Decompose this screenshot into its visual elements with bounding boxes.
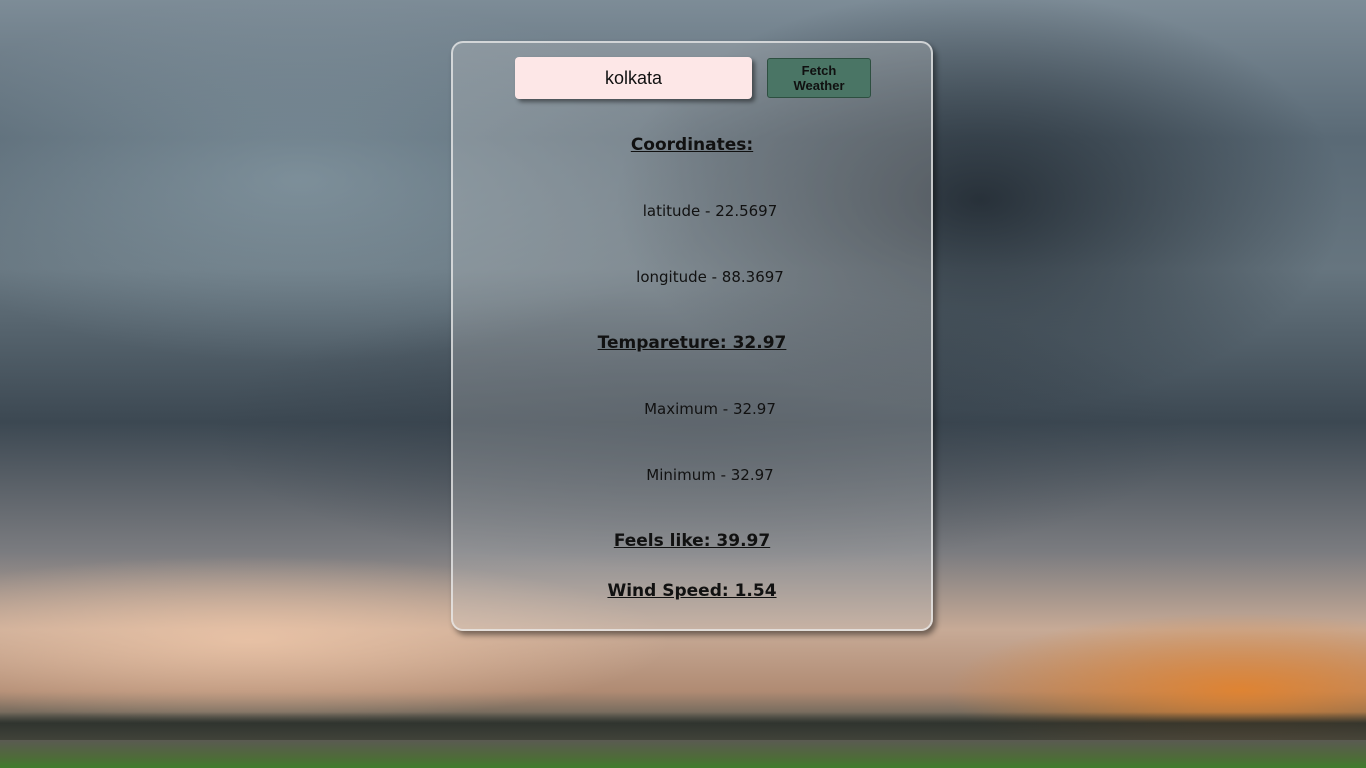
fetch-weather-button[interactable]: Fetch Weather bbox=[767, 58, 871, 98]
grass-field bbox=[0, 740, 1366, 768]
wind-speed-heading: Wind Speed: 1.54 bbox=[607, 581, 777, 601]
latitude-value: latitude - 22.5697 bbox=[642, 202, 778, 220]
coordinates-heading: Coordinates: bbox=[630, 135, 754, 155]
horizon-treeline bbox=[0, 712, 1366, 740]
feels-like-heading: Feels like: 39.97 bbox=[613, 531, 771, 551]
temperature-maximum: Maximum - 32.97 bbox=[644, 400, 776, 418]
city-search-input[interactable] bbox=[515, 57, 752, 99]
temperature-minimum: Minimum - 32.97 bbox=[646, 466, 774, 484]
longitude-value: longitude - 88.3697 bbox=[636, 268, 784, 286]
weather-card: Fetch Weather Coordinates: latitude - 22… bbox=[451, 41, 933, 631]
temperature-heading: Tempareture: 32.97 bbox=[597, 333, 787, 353]
